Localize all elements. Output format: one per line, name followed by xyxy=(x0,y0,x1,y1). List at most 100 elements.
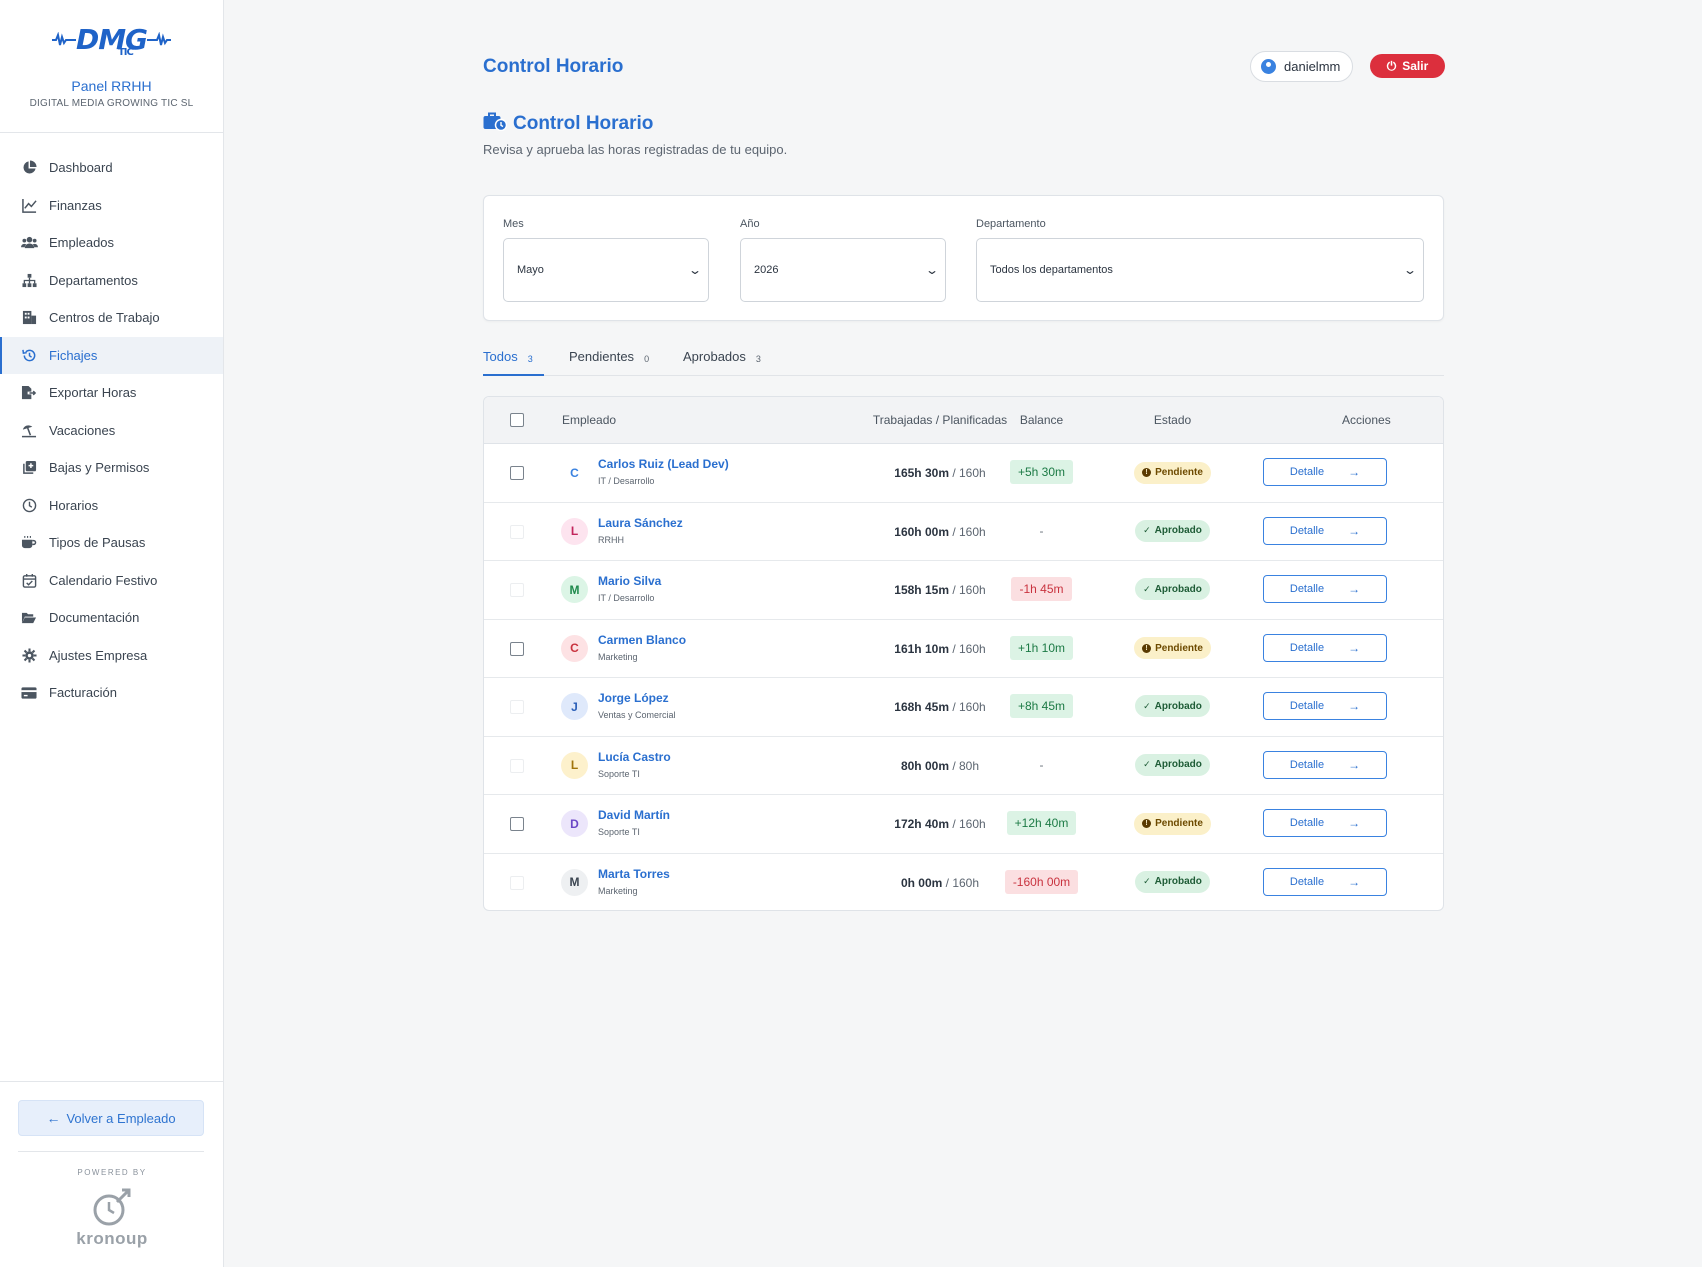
status-badge: ! Pendiente xyxy=(1134,461,1211,484)
select-all-checkbox[interactable] xyxy=(510,413,524,427)
year-value: 2026 xyxy=(754,264,779,276)
sidebar-item-exportar-horas[interactable]: Exportar Horas xyxy=(0,374,223,412)
row-checkbox[interactable] xyxy=(510,817,524,831)
sidebar-item-tipos-de-pausas[interactable]: Tipos de Pausas xyxy=(0,524,223,562)
page-description: Revisa y aprueba las horas registradas d… xyxy=(483,142,788,157)
tab-label: Todos xyxy=(483,349,518,364)
status-badge: ! Pendiente xyxy=(1134,637,1211,659)
sidebar-item-documentacion[interactable]: Documentación xyxy=(0,599,223,637)
detail-button[interactable]: Detalle → xyxy=(1263,692,1387,720)
row-checkbox[interactable] xyxy=(510,641,524,656)
back-to-employee-button[interactable]: ← Volver a Empleado xyxy=(18,1100,204,1136)
avatar: M xyxy=(561,576,588,603)
employee-department: IT / Desarrollo xyxy=(598,476,655,486)
sidebar-item-label: Documentación xyxy=(49,610,140,626)
employee-name-link[interactable]: David Martín xyxy=(598,808,670,822)
employee-name-link[interactable]: Lucía Castro xyxy=(598,750,671,764)
status-label: Aprobado xyxy=(1154,700,1202,712)
sidebar-item-calendario-festivo[interactable]: Calendario Festivo xyxy=(0,562,223,600)
sidebar-item-fichajes[interactable]: Fichajes xyxy=(0,336,223,374)
sidebar-item-label: Vacaciones xyxy=(49,422,116,438)
user-menu[interactable]: danielmm xyxy=(1250,51,1354,82)
column-header-actions: Acciones xyxy=(1342,413,1391,427)
status-badge: ✓ Aprobado xyxy=(1135,519,1210,542)
check-icon: ✓ xyxy=(1143,759,1151,769)
arrow-right-icon: → xyxy=(1348,640,1361,655)
coffee-icon xyxy=(20,534,38,552)
sidebar-item-finanzas[interactable]: Finanzas xyxy=(0,187,223,225)
row-checkbox[interactable] xyxy=(510,466,524,480)
chevron-down-icon: ⌄ xyxy=(1402,263,1418,277)
tab-todos[interactable]: Todos 3 xyxy=(483,346,544,376)
row-checkbox xyxy=(510,758,524,773)
month-label: Mes xyxy=(503,218,524,230)
sidebar-item-bajas-y-permisos[interactable]: Bajas y Permisos xyxy=(0,449,223,487)
logout-button[interactable]: ⏻ Salir xyxy=(1370,54,1445,78)
sidebar-item-empleados[interactable]: Empleados xyxy=(0,224,223,262)
arrow-right-icon: → xyxy=(1348,874,1361,889)
status-label: Aprobado xyxy=(1154,876,1202,887)
detail-button[interactable]: Detalle → xyxy=(1263,867,1387,896)
status-cell: ! Pendiente xyxy=(1104,461,1241,484)
status-label: Aprobado xyxy=(1154,583,1202,595)
employee-department: IT / Desarrollo xyxy=(598,593,655,603)
avatar: J xyxy=(561,693,588,720)
employee-name-link[interactable]: Carlos Ruiz (Lead Dev) xyxy=(598,457,729,471)
tab-pendientes[interactable]: Pendientes 0 xyxy=(569,346,649,376)
employee-name-link[interactable]: Marta Torres xyxy=(598,867,670,881)
detail-button[interactable]: Detalle → xyxy=(1263,633,1387,662)
balance-badge: - xyxy=(1039,523,1044,538)
balance-cell: -160h 00m xyxy=(974,869,1109,894)
detail-button[interactable]: Detalle → xyxy=(1263,575,1387,603)
department-select[interactable]: Todos los departamentos ⌄ xyxy=(976,238,1424,302)
sidebar-item-label: Departamentos xyxy=(49,272,138,288)
balance-cell: - xyxy=(974,519,1109,543)
sidebar-item-ajustes-empresa[interactable]: Ajustes Empresa xyxy=(0,637,223,675)
page-title: Control Horario xyxy=(483,111,653,137)
year-select[interactable]: 2026 ⌄ xyxy=(740,238,946,302)
employee-department: Marketing xyxy=(598,885,638,896)
balance-badge: +1h 10m xyxy=(1009,635,1074,660)
detail-label: Detalle xyxy=(1289,758,1325,771)
check-icon: ✓ xyxy=(1143,876,1151,886)
status-cell: ! Pendiente xyxy=(1104,637,1241,659)
balance-badge: -1h 45m xyxy=(1011,577,1072,601)
exclamation-circle-icon: ! xyxy=(1142,468,1152,477)
department-label: Departamento xyxy=(976,218,1046,230)
employee-name-link[interactable]: Laura Sánchez xyxy=(598,516,683,530)
waveform-right-icon xyxy=(147,32,172,46)
sidebar-item-departamentos[interactable]: Departamentos xyxy=(0,262,223,300)
sidebar-item-dashboard[interactable]: Dashboard xyxy=(0,149,223,187)
column-header-balance: Balance xyxy=(1019,413,1064,427)
kronoup-logo: kronoup xyxy=(0,1186,224,1249)
employee-name-link[interactable]: Carmen Blanco xyxy=(598,633,686,647)
history-icon xyxy=(20,346,38,364)
sidebar-item-facturacion[interactable]: Facturación xyxy=(0,674,223,712)
exclamation-circle-icon: ! xyxy=(1142,643,1152,653)
row-checkbox xyxy=(510,583,524,597)
users-icon xyxy=(20,234,38,252)
status-label: Pendiente xyxy=(1155,642,1203,654)
detail-button[interactable]: Detalle → xyxy=(1263,516,1387,545)
detail-label: Detalle xyxy=(1289,700,1325,712)
clock-icon xyxy=(20,496,38,514)
tab-aprobados[interactable]: Aprobados 3 xyxy=(683,346,761,376)
balance-cell: +5h 30m xyxy=(974,460,1109,484)
sidebar-item-horarios[interactable]: Horarios xyxy=(0,487,223,525)
sidebar-item-label: Dashboard xyxy=(49,160,113,176)
sidebar-item-vacaciones[interactable]: Vacaciones xyxy=(0,412,223,450)
chevron-down-icon: ⌄ xyxy=(687,263,703,277)
sidebar-item-label: Empleados xyxy=(49,235,115,251)
sidebar-item-label: Tipos de Pausas xyxy=(49,535,146,551)
detail-button[interactable]: Detalle → xyxy=(1263,458,1387,486)
detail-button[interactable]: Detalle → xyxy=(1263,750,1387,779)
employee-name-link[interactable]: Jorge López xyxy=(598,691,669,705)
sidebar-item-label: Ajustes Empresa xyxy=(49,647,148,663)
detail-button[interactable]: Detalle → xyxy=(1263,809,1387,837)
status-label: Aprobado xyxy=(1154,525,1202,536)
month-select[interactable]: Mayo ⌄ xyxy=(503,238,709,302)
sidebar-item-label: Bajas y Permisos xyxy=(49,460,150,476)
status-cell: ✓ Aprobado xyxy=(1104,695,1241,717)
sidebar-item-centros-de-trabajo[interactable]: Centros de Trabajo xyxy=(0,299,223,337)
employee-name-link[interactable]: Mario Silva xyxy=(598,574,661,588)
